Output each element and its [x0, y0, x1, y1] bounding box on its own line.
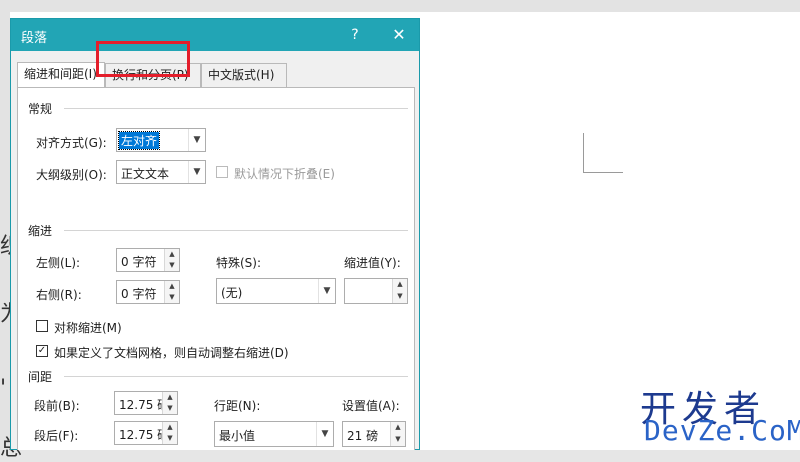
tab-indents-spacing[interactable]: 缩进和间距(I): [17, 62, 105, 88]
line-spacing-value: 最小值: [219, 429, 256, 443]
spacing-at-spinner[interactable]: 21 磅 ▲ ▼: [342, 421, 406, 447]
after-spacing-spinner[interactable]: 12.75 磅 ▲ ▼: [114, 421, 178, 445]
close-button[interactable]: ✕: [387, 23, 411, 47]
chevron-down-icon[interactable]: ▼: [316, 422, 333, 446]
spinner-buttons: ▲ ▼: [162, 392, 177, 414]
line-spacing-select[interactable]: 最小值 ▼: [214, 421, 334, 447]
dialog-titlebar[interactable]: 段落 ? ✕: [11, 19, 419, 51]
tab-highlight-box: [96, 41, 190, 77]
before-spacing-label: 段前(B):: [34, 399, 80, 413]
watermark-en: DevZe.CoM: [644, 414, 800, 447]
after-spacing-value: 12.75 磅: [119, 428, 163, 442]
watermark: 开发者 DevZe.CoM: [640, 380, 800, 450]
spacing-at-label: 设置值(A):: [342, 399, 400, 413]
spin-down-icon[interactable]: ▼: [163, 403, 177, 414]
after-spacing-label: 段后(F):: [34, 429, 79, 443]
margin-corner-mark-h: [583, 172, 623, 173]
line-spacing-label: 行距(N):: [214, 399, 261, 413]
spinner-buttons: ▲ ▼: [390, 422, 405, 446]
spin-down-icon[interactable]: ▼: [391, 434, 405, 446]
spin-down-icon[interactable]: ▼: [163, 433, 177, 444]
before-spacing-spinner[interactable]: 12.75 磅 ▲ ▼: [114, 391, 178, 415]
before-spacing-value: 12.75 磅: [119, 398, 163, 412]
dialog-title: 段落: [21, 31, 48, 46]
margin-corner-mark: [583, 133, 584, 173]
tab-asian-typography[interactable]: 中文版式(H): [201, 63, 287, 87]
spinner-buttons: ▲ ▼: [162, 422, 177, 444]
document-text-fragment: ': [0, 376, 7, 401]
spacing-at-value: 21 磅: [347, 429, 379, 443]
help-button[interactable]: ?: [343, 23, 367, 47]
spacing-rows: 段前(B): 12.75 磅 ▲ ▼ 行距(N): 设置值(A): 段后(F):…: [16, 87, 414, 449]
